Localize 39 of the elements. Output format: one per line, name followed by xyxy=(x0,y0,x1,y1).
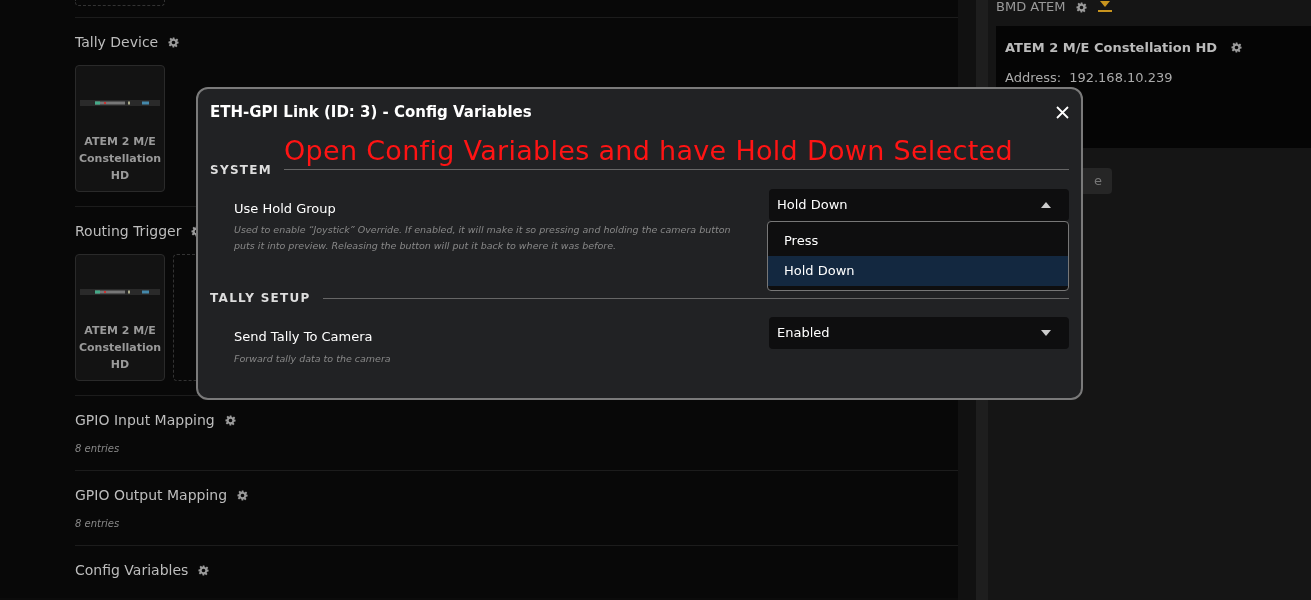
device-card[interactable]: ATEM 2 M/E Constellation HD xyxy=(75,65,165,192)
modal-title: ETH-GPI Link (ID: 3) - Config Variables xyxy=(210,102,532,123)
section-title: Routing Trigger xyxy=(75,222,182,241)
close-icon[interactable] xyxy=(1056,105,1069,119)
gear-icon[interactable] xyxy=(1231,42,1243,54)
section-title: Config Variables xyxy=(75,561,189,580)
dropdown[interactable]: Enabled xyxy=(769,317,1069,349)
entry-count: 8 entries xyxy=(75,442,121,456)
address-value: 192.168.10.239 xyxy=(1069,68,1173,87)
setting-description: Used to enable “Joystick” Override. If enabled, it will make it so pressing and holding the camera button puts it into preview. Releasing the button will put it back to where it was before. xyxy=(234,223,732,253)
device-card[interactable]: ATEM 2 M/E Constellation HD xyxy=(75,254,165,381)
setting-label: Use Hold Group xyxy=(234,199,337,218)
rack-unit-icon xyxy=(80,100,160,106)
device-name: ATEM 2 M/E Constellation HD xyxy=(77,134,163,184)
panel-header: BMD ATEM xyxy=(996,0,1066,17)
setting-label: Send Tally To Camera xyxy=(234,328,374,346)
download-icon[interactable] xyxy=(1096,1,1113,13)
section-title: GPIO Output Mapping xyxy=(75,486,228,505)
address-label: Address: xyxy=(1005,68,1062,87)
rack-unit-icon xyxy=(80,289,160,295)
dropdown-option[interactable]: Hold Down xyxy=(768,255,1068,286)
entry-count: 8 entries xyxy=(75,517,121,531)
gear-icon[interactable] xyxy=(198,565,210,576)
gear-icon[interactable] xyxy=(168,37,180,48)
gear-icon[interactable] xyxy=(1075,1,1087,13)
gear-icon[interactable] xyxy=(237,490,249,501)
dropdown[interactable]: Hold Down xyxy=(769,188,1069,221)
setting-description: Forward tally data to the camera xyxy=(234,351,392,366)
section-title: Tally Device xyxy=(75,33,159,52)
annotation-text: Open Config Variables and have Hold Down Selected xyxy=(284,134,1013,168)
gear-icon[interactable] xyxy=(224,415,236,426)
dropdown-option[interactable]: Press xyxy=(768,225,1068,256)
device-name: ATEM 2 M/E Constellation HD xyxy=(77,323,163,373)
section-title: GPIO Input Mapping xyxy=(75,411,215,430)
device-title: ATEM 2 M/E Constellation HD xyxy=(1005,39,1218,57)
group-heading: TALLY SETUP xyxy=(210,290,311,307)
group-heading: SYSTEM xyxy=(210,161,273,179)
caret-icon xyxy=(1041,330,1051,336)
caret-icon xyxy=(1041,201,1051,208)
